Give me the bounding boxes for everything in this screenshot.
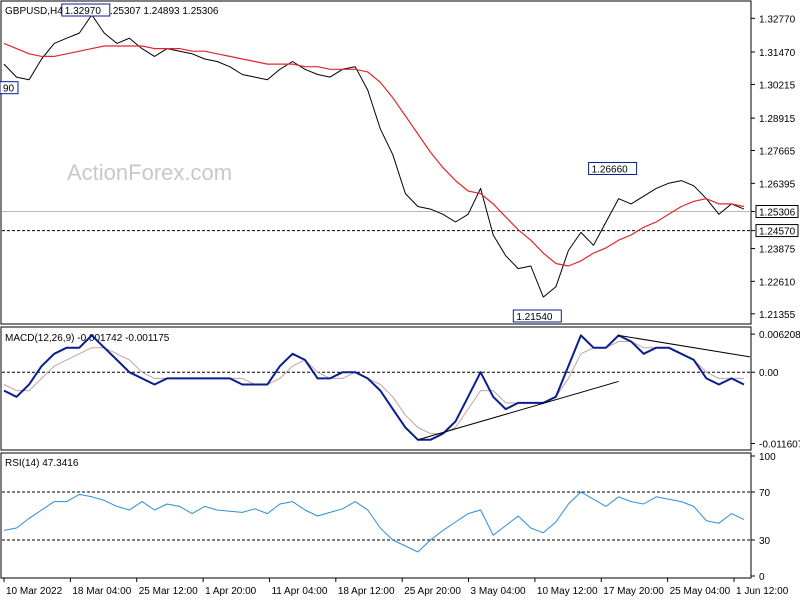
- rsi-tick-label: 100: [759, 452, 776, 463]
- watermark: ActionForex.com: [67, 160, 232, 185]
- price-tick-label: 1.23875: [759, 245, 796, 256]
- rsi-label: RSI(14) 47.3416: [5, 458, 79, 469]
- rsi-axis: 100 70 30 0: [751, 452, 776, 583]
- x-tick-label: 1 Jun 12:00: [736, 586, 789, 597]
- support-price-label: 1.24570: [759, 227, 796, 238]
- rsi-tick-label: 70: [759, 488, 771, 499]
- x-tick-label: 18 Apr 12:00: [338, 586, 395, 597]
- price-tick-label: 1.27665: [759, 146, 796, 157]
- price-tick-label: 1.22610: [759, 277, 796, 288]
- x-tick-label: 18 Mar 04:00: [72, 586, 131, 597]
- rsi-panel: RSI(14) 47.3416 100 70 30 0: [0, 452, 776, 583]
- x-tick-label: 3 May 04:00: [471, 586, 526, 597]
- price-header: GBPUSD,H4 1.24984 1.25307 1.24893 1.2530…: [5, 6, 219, 17]
- price-tick-label: 1.31470: [759, 48, 796, 59]
- price-axis: 1.32770 1.31470 1.30215 1.28915 1.27665 1.263…: [751, 14, 799, 321]
- x-tick-label: 11 Apr 04:00: [271, 586, 327, 597]
- annotation-label: 1.32970: [65, 6, 102, 17]
- x-tick-label: 25 May 04:00: [670, 586, 731, 597]
- chart-svg: GBPUSD,H4 1.24984 1.25307 1.24893 1.2530…: [0, 0, 800, 597]
- macd-tick-label: -0.011607: [759, 440, 800, 451]
- price-tick-label: 1.30215: [759, 80, 796, 91]
- x-tick-label: 10 Mar 2022: [6, 586, 63, 597]
- macd-panel: MACD(12,26,9) -0.001742 -0.001175 0.0062…: [0, 326, 800, 451]
- price-tick-label: 1.28915: [759, 114, 796, 125]
- x-tick-label: 25 Mar 12:00: [139, 586, 198, 597]
- price-tick-label: 1.21355: [759, 310, 796, 321]
- macd-tick-label: 0.00: [759, 368, 779, 379]
- x-tick-label: 25 Apr 20:00: [404, 586, 461, 597]
- price-panel: GBPUSD,H4 1.24984 1.25307 1.24893 1.2530…: [0, 0, 799, 325]
- macd-tick-label: 0.006208: [759, 330, 800, 341]
- rsi-tick-label: 0: [759, 572, 765, 583]
- current-price-label: 1.25306: [759, 208, 796, 219]
- macd-axis: 0.006208 0.00 -0.011607: [751, 330, 800, 451]
- rsi-tick-label: 30: [759, 536, 771, 547]
- annotation-label: 90: [3, 84, 15, 95]
- annotation-label: 1.26660: [592, 164, 629, 175]
- price-tick-label: 1.32770: [759, 14, 796, 25]
- x-tick-label: 1 Apr 20:00: [205, 586, 257, 597]
- x-tick-label: 17 May 20:00: [603, 586, 664, 597]
- x-axis: 10 Mar 2022 18 Mar 04:00 25 Mar 12:00 1 Apr…: [3, 578, 789, 597]
- annotation-label: 1.21540: [516, 312, 553, 323]
- x-tick-label: 10 May 12:00: [537, 586, 598, 597]
- price-tick-label: 1.26395: [759, 179, 796, 190]
